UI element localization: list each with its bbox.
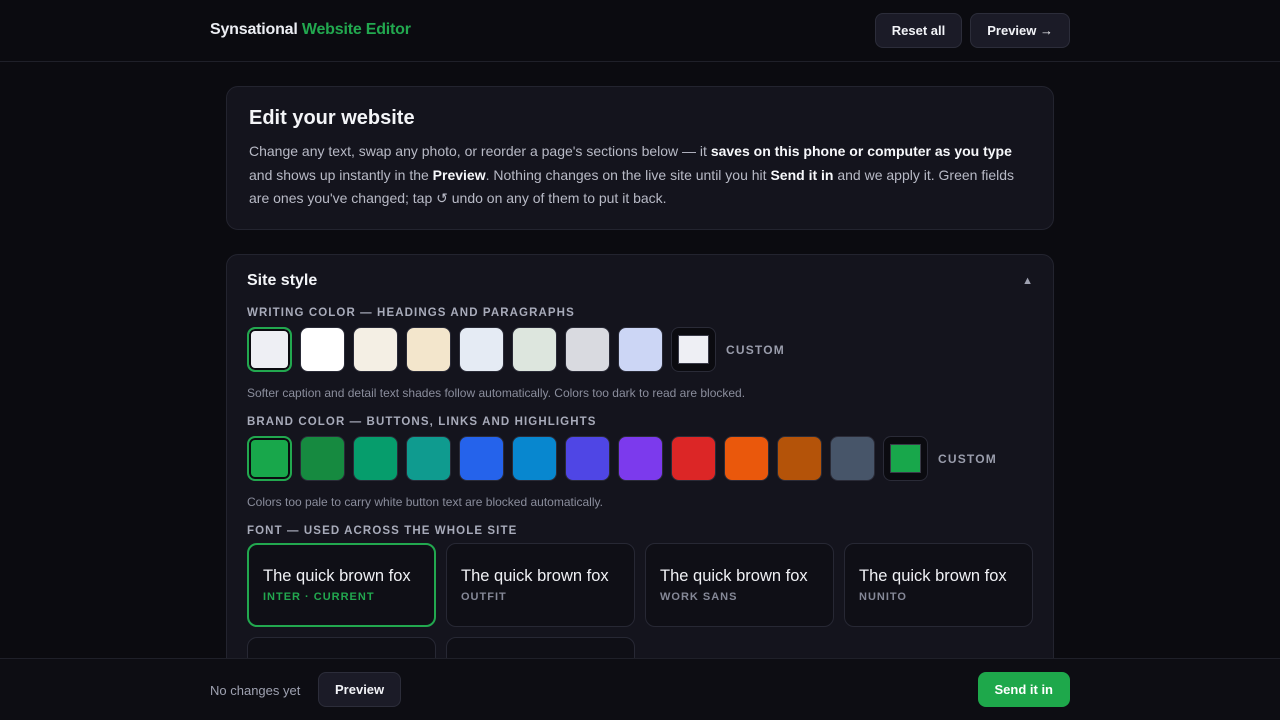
app-brand: Synsational Website Editor: [210, 21, 411, 39]
preview-button[interactable]: Preview →: [970, 13, 1070, 48]
writing-color-swatch[interactable]: [353, 327, 398, 372]
font-name: WORK SANS: [660, 591, 738, 603]
font-name: NUNITO: [859, 591, 907, 603]
writing-color-hint: Softer caption and detail text shades fo…: [247, 386, 746, 400]
site-style-panel: Site style ▲ Writing color — headings an…: [226, 254, 1054, 714]
writing-color-label: Writing color — headings and paragraphs: [247, 307, 575, 319]
brand-color-label: Brand color — buttons, links and highlig…: [247, 416, 597, 428]
intro-text-bold: Send it in: [770, 166, 834, 183]
brand-color-hint: Colors too pale to carry white button te…: [247, 495, 603, 509]
intro-card: Edit your website Change any text, swap …: [226, 86, 1054, 230]
bottom-preview-button[interactable]: Preview: [318, 672, 402, 707]
brand-accent: Website Editor: [301, 21, 411, 38]
font-sample-text: The quick brown fox: [461, 567, 609, 585]
site-style-header[interactable]: Site style ▲: [247, 255, 1033, 307]
brand-color-custom-preview: [890, 444, 921, 473]
intro-text-part: and shows up instantly in the: [249, 166, 433, 183]
change-status: No changes yet: [210, 683, 301, 698]
writing-color-swatches: CUSTOM: [247, 327, 1033, 372]
collapse-caret-icon[interactable]: ▲: [1022, 275, 1033, 287]
font-name: INTER · CURRENT: [263, 591, 375, 603]
brand-color-swatch[interactable]: [565, 436, 610, 481]
site-style-title: Site style: [247, 272, 318, 289]
brand-color-swatches: CUSTOM: [247, 436, 1033, 481]
reset-all-button[interactable]: Reset all: [874, 13, 963, 48]
font-option-card[interactable]: The quick brown fox OUTFIT: [446, 543, 635, 627]
writing-color-custom-picker[interactable]: [671, 327, 716, 372]
font-sample-text: The quick brown fox: [859, 567, 1007, 585]
font-options: The quick brown fox INTER · CURRENT The qu…: [247, 543, 1033, 627]
writing-color-swatch[interactable]: [618, 327, 663, 372]
send-it-in-button[interactable]: Send it in: [977, 672, 1070, 707]
font-option-card[interactable]: The quick brown fox NUNITO: [844, 543, 1033, 627]
writing-color-swatch[interactable]: [512, 327, 557, 372]
brand-color-swatch[interactable]: [671, 436, 716, 481]
font-option-card[interactable]: The quick brown fox WORK SANS: [645, 543, 834, 627]
writing-color-swatch[interactable]: [459, 327, 504, 372]
writing-color-custom-label[interactable]: CUSTOM: [726, 343, 785, 357]
page-title: Edit your website: [249, 107, 415, 129]
top-bar: Synsational Website Editor Reset all Pre…: [0, 0, 1280, 62]
writing-color-swatch[interactable]: [406, 327, 451, 372]
brand-color-swatch[interactable]: [300, 436, 345, 481]
writing-color-swatch[interactable]: [565, 327, 610, 372]
brand-color-swatch[interactable]: [618, 436, 663, 481]
top-actions: Reset all Preview →: [874, 13, 1070, 48]
brand-color-custom-label[interactable]: CUSTOM: [938, 452, 997, 466]
font-name: OUTFIT: [461, 591, 507, 603]
brand-color-swatch[interactable]: [512, 436, 557, 481]
intro-text-bold: saves on this phone or computer as you t…: [710, 143, 1012, 159]
main-content: Edit your website Change any text, swap …: [226, 86, 1054, 714]
writing-color-swatch[interactable]: [300, 327, 345, 372]
brand-color-swatch[interactable]: [247, 436, 292, 481]
brand-color-swatch[interactable]: [777, 436, 822, 481]
brand-color-swatch[interactable]: [406, 436, 451, 481]
brand-color-swatch[interactable]: [353, 436, 398, 481]
brand-color-custom-picker[interactable]: [883, 436, 928, 481]
writing-color-custom-preview: [678, 335, 709, 364]
writing-color-swatch[interactable]: [247, 327, 292, 372]
brand-color-swatch[interactable]: [459, 436, 504, 481]
font-sample-text: The quick brown fox: [263, 567, 411, 585]
bottom-bar: No changes yet Preview Send it in: [0, 658, 1280, 720]
intro-text-bold: Preview: [432, 166, 486, 183]
brand-color-swatch[interactable]: [724, 436, 769, 481]
intro-text: Change any text, swap any photo, or reor…: [249, 140, 1031, 211]
font-option-card[interactable]: The quick brown fox INTER · CURRENT: [247, 543, 436, 627]
brand-name: Synsational: [210, 21, 298, 38]
font-sample-text: The quick brown fox: [660, 567, 808, 585]
font-label: Font — used across the whole site: [247, 525, 518, 537]
brand-color-swatch[interactable]: [830, 436, 875, 481]
intro-text-part: . Nothing changes on the live site until…: [485, 166, 771, 183]
intro-text-part: Change any text, swap any photo, or reor…: [249, 143, 711, 159]
